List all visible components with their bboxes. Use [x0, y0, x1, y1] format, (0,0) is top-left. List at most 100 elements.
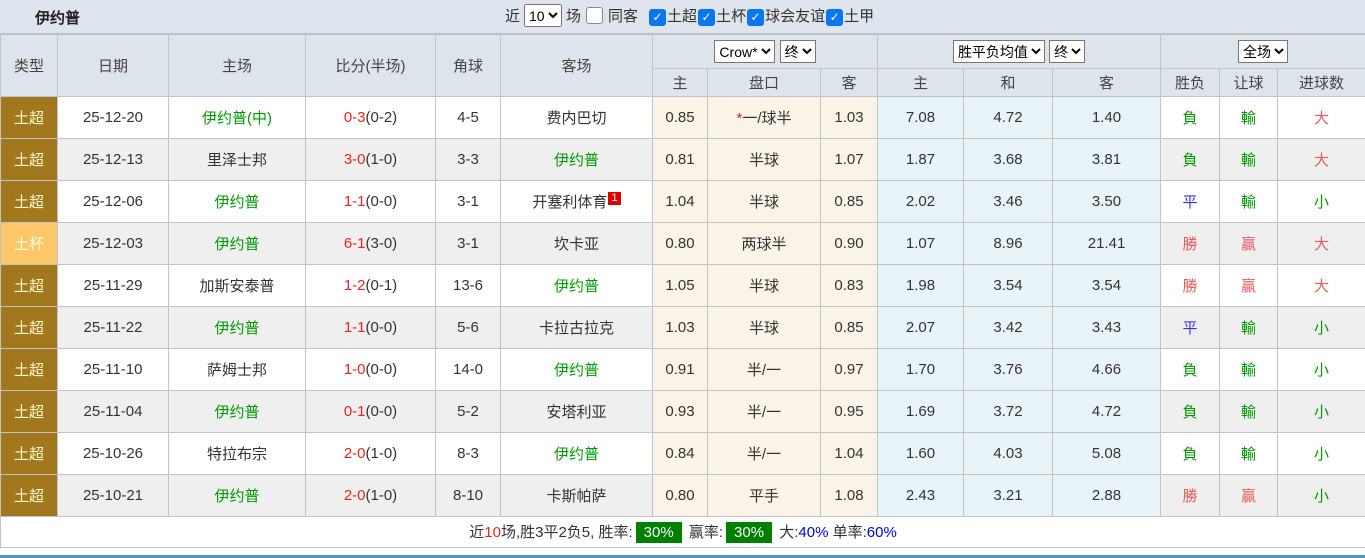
team-name-title: 伊约普 — [35, 7, 80, 28]
score: 1-0(0-0) — [306, 349, 436, 391]
col-header-home: 主场 — [169, 35, 306, 97]
handicap-home-odds: 1.04 — [653, 181, 708, 223]
away-team: 伊约普 — [501, 139, 653, 181]
match-row: 土超25-12-13里泽士邦3-0(1-0)3-3伊约普0.81半球1.071.… — [1, 139, 1365, 181]
col-header-date: 日期 — [58, 35, 169, 97]
goals-result: 大 — [1278, 97, 1365, 139]
result: 負 — [1161, 349, 1220, 391]
recent-count-select[interactable]: 10 — [524, 4, 562, 27]
match-date: 25-12-03 — [58, 223, 169, 265]
handicap-home-odds: 0.93 — [653, 391, 708, 433]
handicap-line: 两球半 — [708, 223, 821, 265]
handicap-away-odds: 0.97 — [821, 349, 878, 391]
score: 2-0(1-0) — [306, 475, 436, 517]
handicap-result: 贏 — [1220, 223, 1278, 265]
red-card-badge: 1 — [608, 192, 620, 205]
league-filter-group: ✓土超✓土杯✓球会友谊✓土甲 — [648, 5, 874, 26]
league-label-2: 球会友谊 — [765, 8, 825, 25]
same-away-checkbox[interactable] — [586, 7, 603, 24]
league-checkbox-2[interactable]: ✓ — [747, 9, 764, 26]
subheader-result: 胜负 — [1161, 69, 1220, 97]
avg-draw-odds: 4.03 — [964, 433, 1053, 475]
match-date: 25-12-13 — [58, 139, 169, 181]
handicap-home-odds: 1.05 — [653, 265, 708, 307]
score: 2-0(1-0) — [306, 433, 436, 475]
avg-away-odds: 3.81 — [1053, 139, 1161, 181]
summary-segment: 赢率: — [685, 524, 723, 541]
recent-label: 近 — [505, 5, 520, 26]
summary-row: 近10场,胜3平2负5, 胜率:30% 赢率:30% 大:40% 单率:60% — [1, 517, 1365, 548]
handicap-result: 輸 — [1220, 433, 1278, 475]
handicap-home-odds: 0.91 — [653, 349, 708, 391]
avg-draw-odds: 3.54 — [964, 265, 1053, 307]
corners: 13-6 — [436, 265, 501, 307]
avg-home-odds: 2.02 — [878, 181, 964, 223]
subheader-avg-draw: 和 — [964, 69, 1053, 97]
handicap-away-odds: 1.08 — [821, 475, 878, 517]
handicap-line: 半球 — [708, 139, 821, 181]
scope-select[interactable]: 全场 — [1238, 40, 1288, 63]
avg-away-odds: 5.08 — [1053, 433, 1161, 475]
bookmaker-status-select[interactable]: 终 — [780, 40, 816, 63]
score: 3-0(1-0) — [306, 139, 436, 181]
match-type: 土超 — [1, 475, 58, 517]
subheader-handicap-home: 主 — [653, 69, 708, 97]
goals-result: 大 — [1278, 139, 1365, 181]
corners: 8-10 — [436, 475, 501, 517]
home-team: 伊约普 — [169, 181, 306, 223]
average-group-header: 胜平负均值 终 — [878, 35, 1161, 69]
match-date: 25-10-21 — [58, 475, 169, 517]
goals-result: 大 — [1278, 265, 1365, 307]
match-date: 25-10-26 — [58, 433, 169, 475]
away-team: 卡拉古拉克 — [501, 307, 653, 349]
league-checkbox-1[interactable]: ✓ — [698, 9, 715, 26]
handicap-home-odds: 0.81 — [653, 139, 708, 181]
handicap-result: 輸 — [1220, 307, 1278, 349]
avg-draw-odds: 3.76 — [964, 349, 1053, 391]
result: 平 — [1161, 307, 1220, 349]
handicap-result: 輸 — [1220, 97, 1278, 139]
result: 勝 — [1161, 223, 1220, 265]
avg-away-odds: 4.66 — [1053, 349, 1161, 391]
summary-segment: 60% — [867, 524, 897, 541]
filter-controls: 近 10 场 同客 ✓土超✓土杯✓球会友谊✓土甲 — [505, 4, 874, 27]
match-row: 土杯25-12-03伊约普6-1(3-0)3-1坎卡亚0.80两球半0.901.… — [1, 223, 1365, 265]
avg-status-select[interactable]: 终 — [1049, 40, 1085, 63]
match-date: 25-11-22 — [58, 307, 169, 349]
league-checkbox-0[interactable]: ✓ — [649, 9, 666, 26]
handicap-home-odds: 0.80 — [653, 223, 708, 265]
handicap-line: *一/球半 — [708, 97, 821, 139]
home-team: 特拉布宗 — [169, 433, 306, 475]
league-checkbox-3[interactable]: ✓ — [826, 9, 843, 26]
match-type: 土超 — [1, 433, 58, 475]
home-team: 伊约普 — [169, 475, 306, 517]
avg-home-odds: 1.60 — [878, 433, 964, 475]
match-type: 土超 — [1, 139, 58, 181]
bookmaker-select[interactable]: Crow* — [714, 40, 775, 63]
col-header-away: 客场 — [501, 35, 653, 97]
away-team: 卡斯帕萨 — [501, 475, 653, 517]
handicap-line: 半球 — [708, 181, 821, 223]
summary-segment: 近 — [469, 524, 484, 541]
handicap-group-header: Crow* 终 — [653, 35, 878, 69]
subheader-handicap: 盘口 — [708, 69, 821, 97]
match-type: 土超 — [1, 181, 58, 223]
handicap-home-odds: 0.85 — [653, 97, 708, 139]
handicap-away-odds: 0.83 — [821, 265, 878, 307]
avg-draw-odds: 3.68 — [964, 139, 1053, 181]
handicap-line: 半/一 — [708, 349, 821, 391]
handicap-result: 輸 — [1220, 391, 1278, 433]
match-row: 土超25-12-20伊约普(中)0-3(0-2)4-5费内巴切0.85*一/球半… — [1, 97, 1365, 139]
avg-select[interactable]: 胜平负均值 — [953, 40, 1045, 63]
result: 勝 — [1161, 265, 1220, 307]
score: 1-1(0-0) — [306, 307, 436, 349]
home-team: 加斯安泰普 — [169, 265, 306, 307]
home-team: 萨姆士邦 — [169, 349, 306, 391]
match-row: 土超25-11-04伊约普0-1(0-0)5-2安塔利亚0.93半/一0.951… — [1, 391, 1365, 433]
avg-draw-odds: 3.72 — [964, 391, 1053, 433]
corners: 5-2 — [436, 391, 501, 433]
corners: 3-1 — [436, 181, 501, 223]
handicap-away-odds: 0.85 — [821, 181, 878, 223]
match-row: 土超25-11-29加斯安泰普1-2(0-1)13-6伊约普1.05半球0.83… — [1, 265, 1365, 307]
match-date: 25-12-06 — [58, 181, 169, 223]
